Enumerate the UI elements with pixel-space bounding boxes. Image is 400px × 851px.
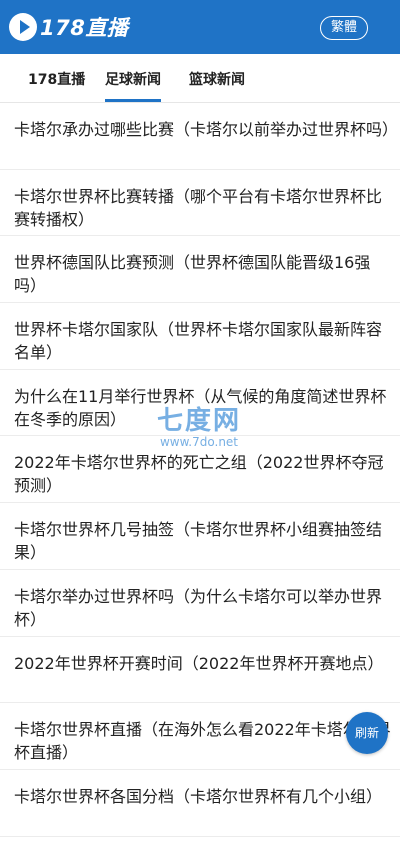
list-item[interactable]: 世界杯德国队比赛预测（世界杯德国队能晋级16强吗）: [0, 236, 400, 304]
top-header: 178直播 繁體: [0, 0, 400, 54]
list-item[interactable]: 世界杯卡塔尔国家队（世界杯卡塔尔国家队最新阵容名单）: [0, 303, 400, 370]
list-item[interactable]: 卡塔尔举办过世界杯吗（为什么卡塔尔可以举办世界杯）: [0, 570, 400, 637]
list-item[interactable]: 卡塔尔世界杯直播（在海外怎么看2022年卡塔尔世界杯直播）: [0, 703, 400, 770]
tab-178-live[interactable]: 178直播: [28, 54, 85, 102]
traditional-chinese-button[interactable]: 繁體: [320, 16, 368, 40]
list-item[interactable]: 2022年卡塔尔世界杯的死亡之组（2022世界杯夺冠预测）: [0, 436, 400, 504]
tab-basketball-news[interactable]: 篮球新闻: [189, 54, 245, 102]
list-item[interactable]: 为什么在11月举行世界杯（从气候的角度简述世界杯在冬季的原因）: [0, 370, 400, 437]
list-item[interactable]: 卡塔尔承办过哪些比赛（卡塔尔以前举办过世界杯吗）: [0, 103, 400, 170]
article-list: 卡塔尔承办过哪些比赛（卡塔尔以前举办过世界杯吗） 卡塔尔世界杯比赛转播（哪个平台…: [0, 103, 400, 837]
site-logo[interactable]: 178直播: [9, 11, 128, 43]
list-item[interactable]: 卡塔尔世界杯各国分档（卡塔尔世界杯有几个小组）: [0, 770, 400, 837]
list-item[interactable]: 卡塔尔世界杯几号抽签（卡塔尔世界杯小组赛抽签结果）: [0, 503, 400, 570]
nav-tabs: 178直播 足球新闻 篮球新闻: [0, 54, 400, 103]
list-item[interactable]: 2022年世界杯开赛时间（2022年世界杯开赛地点）: [0, 637, 400, 704]
tab-football-news[interactable]: 足球新闻: [105, 54, 161, 102]
logo-text: 178直播: [40, 16, 129, 40]
refresh-button[interactable]: 刷新: [346, 712, 388, 754]
list-item[interactable]: 卡塔尔世界杯比赛转播（哪个平台有卡塔尔世界杯比赛转播权）: [0, 170, 400, 237]
play-logo-icon: [9, 13, 37, 41]
